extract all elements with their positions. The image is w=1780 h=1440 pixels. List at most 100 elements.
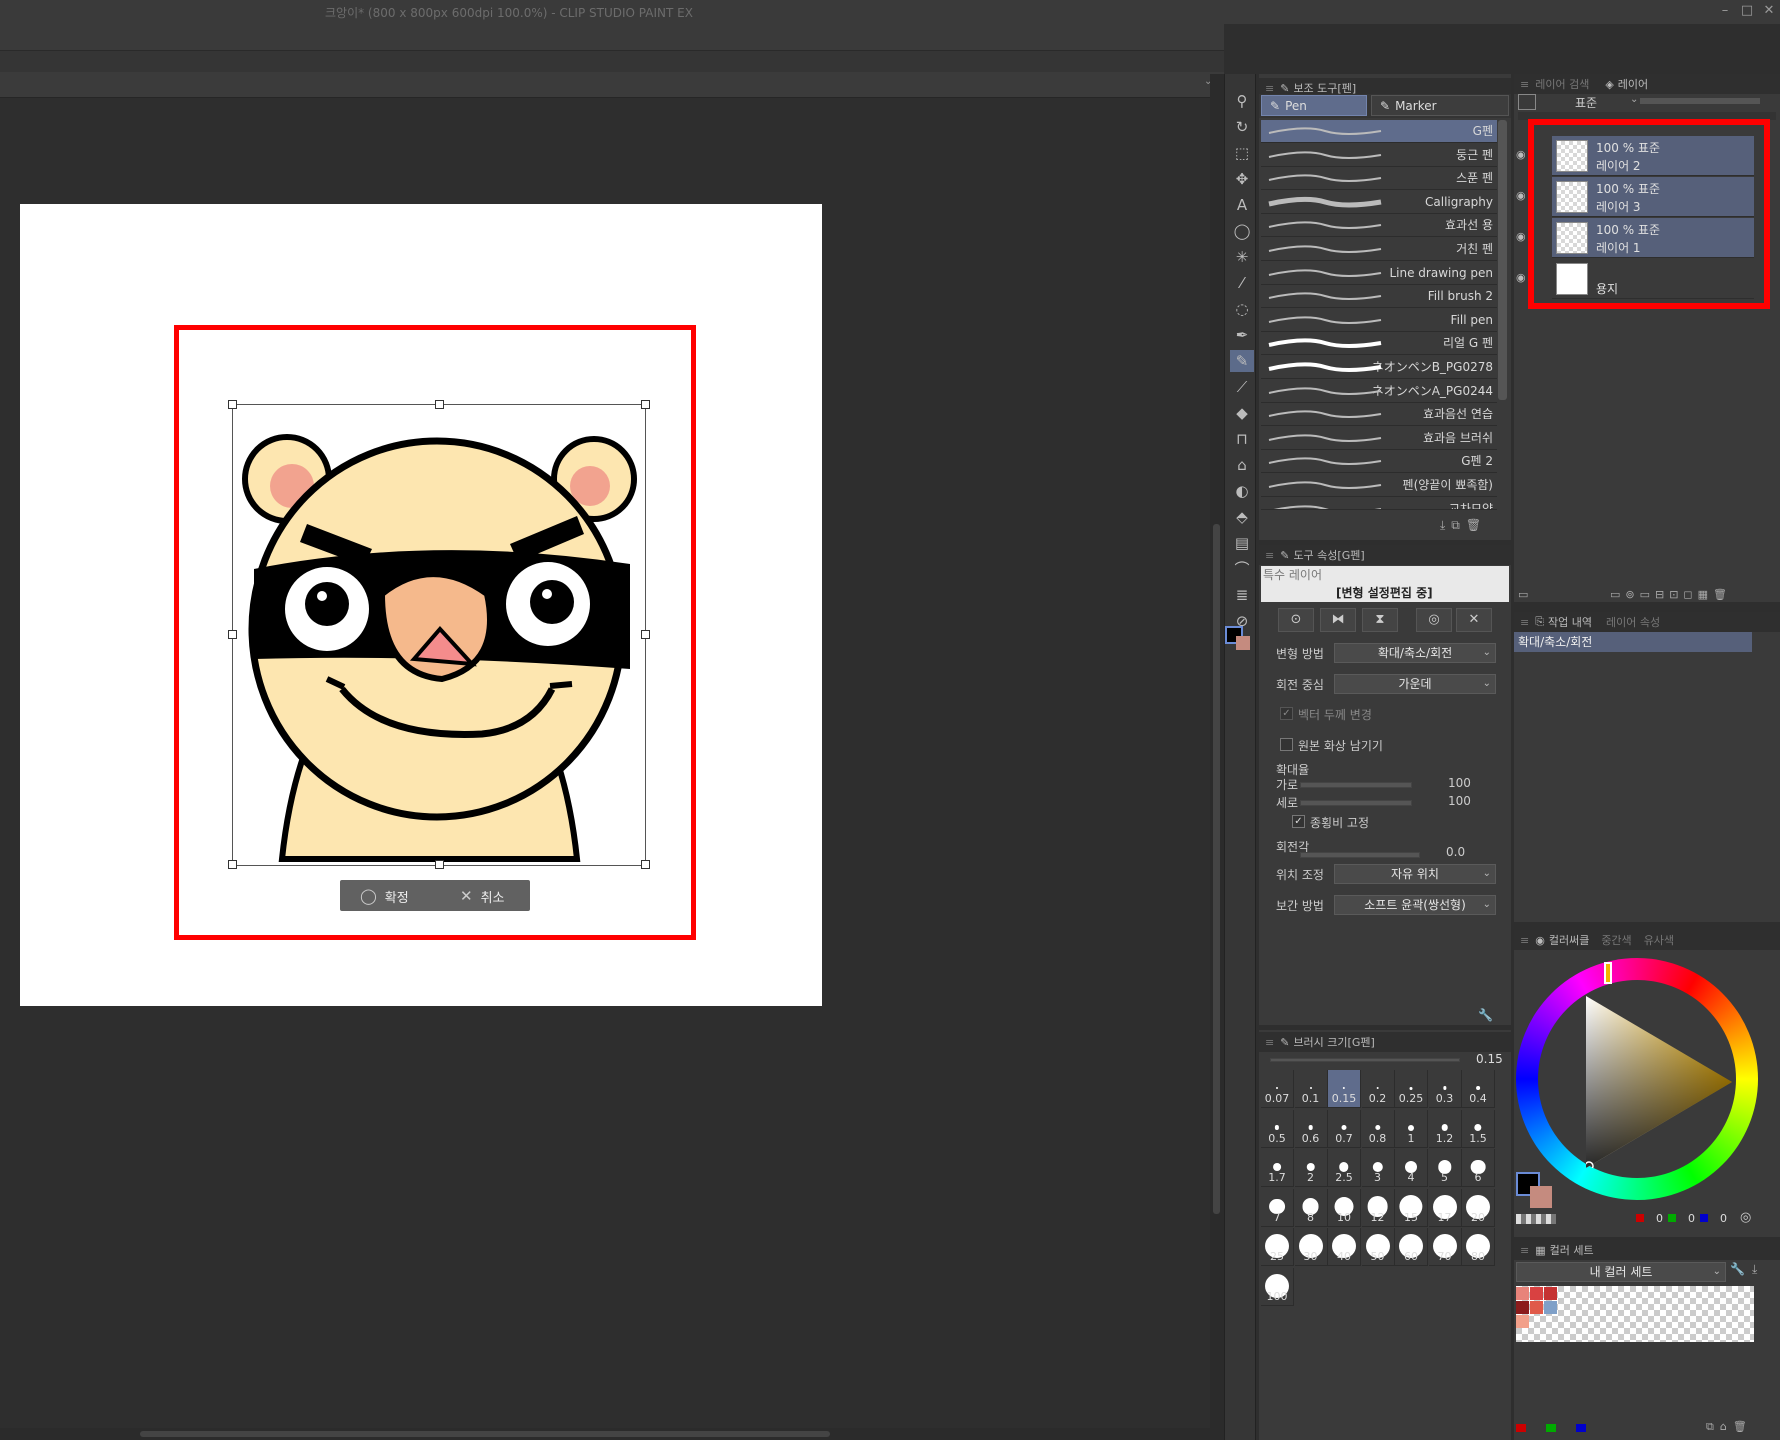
brush-size-option[interactable]: 2	[1294, 1149, 1328, 1187]
sub-color-swatch[interactable]	[1530, 1186, 1552, 1208]
tab-pen[interactable]: ✎ Pen	[1261, 95, 1367, 116]
brush-size-option[interactable]: 0.1	[1294, 1070, 1328, 1108]
move-layer-icon[interactable]: ✥	[1230, 168, 1254, 190]
visibility-eye-icon[interactable]: ◉	[1516, 230, 1526, 243]
gradient-icon[interactable]: ▤	[1230, 532, 1254, 554]
zoom-icon[interactable]: ⚲	[1230, 90, 1254, 112]
tab-color-wheel[interactable]: 컬러써클	[1549, 932, 1589, 948]
visibility-eye-icon[interactable]: ◉	[1516, 189, 1526, 202]
tab-layer[interactable]: 레이어	[1618, 76, 1648, 92]
eraser-icon[interactable]: ◆	[1230, 402, 1254, 424]
saturation-triangle[interactable]	[1586, 996, 1736, 1168]
brush-size-option[interactable]: 3	[1361, 1149, 1395, 1187]
blend-icon[interactable]: ◐	[1230, 480, 1254, 502]
brush-item[interactable]: ネオンペンB_PG0278	[1261, 356, 1497, 379]
brush-item[interactable]: 거친 펜	[1261, 238, 1497, 261]
reset-button[interactable]: ⊙	[1278, 608, 1314, 632]
brush-item[interactable]: 효과음 브러쉬	[1261, 427, 1497, 450]
brush-size-option[interactable]: 0.3	[1428, 1070, 1462, 1108]
brush-size-option[interactable]: 6	[1462, 1149, 1495, 1187]
brush-size-option[interactable]: 7	[1261, 1188, 1294, 1227]
brush-item[interactable]: Calligraphy	[1261, 191, 1497, 214]
color-swatch[interactable]	[1530, 1287, 1543, 1300]
tab-marker[interactable]: ✎ Marker	[1371, 95, 1509, 116]
tab-similar-color[interactable]: 유사색	[1644, 932, 1674, 948]
brush-size-option[interactable]: 8	[1294, 1188, 1328, 1227]
visibility-eye-icon[interactable]: ◉	[1516, 148, 1526, 161]
lasso-icon[interactable]: ◌	[1230, 298, 1254, 320]
keep-ratio-checkbox[interactable]: ✓	[1292, 815, 1305, 828]
rotation-value[interactable]: 0.0	[1446, 845, 1465, 859]
brush-size-option[interactable]: 10	[1328, 1188, 1361, 1227]
visibility-eye-icon[interactable]: ◉	[1516, 271, 1526, 284]
auto-select-icon[interactable]: ✳	[1230, 246, 1254, 268]
brush-item[interactable]: Fill pen	[1261, 309, 1497, 332]
brush-size-option[interactable]: 20	[1462, 1188, 1495, 1227]
color-mode-icon[interactable]: ◎	[1740, 1210, 1751, 1225]
brush-size-option[interactable]: 0.5	[1261, 1109, 1294, 1148]
brush-size-option[interactable]: 100	[1261, 1267, 1294, 1306]
minimize-button[interactable]: –	[1718, 3, 1732, 19]
brush-size-option[interactable]: 1.2	[1428, 1109, 1462, 1148]
confirm-transform-button[interactable]: ◎	[1416, 608, 1452, 632]
frame-border-icon[interactable]: ≣	[1230, 584, 1254, 606]
transform-method-select[interactable]: 확대/축소/회전 ⌄	[1334, 643, 1496, 663]
brush-size-option[interactable]: 4	[1395, 1149, 1428, 1187]
color-swatch[interactable]	[1530, 1301, 1543, 1314]
brush-size-option[interactable]: 12	[1361, 1188, 1395, 1227]
brush-item[interactable]: 교차모양	[1261, 498, 1497, 510]
color-swatch[interactable]	[1544, 1301, 1557, 1314]
brush-item[interactable]: 효과음선 연습	[1261, 403, 1497, 427]
rotate-view-icon[interactable]: ↻	[1230, 116, 1254, 138]
rotation-center-select[interactable]: 가운데 ⌄	[1334, 674, 1496, 694]
brush-item[interactable]: 펜(양끝이 뾰족함)	[1261, 474, 1497, 497]
import-icon[interactable]: ⤓	[1752, 1262, 1757, 1277]
scroll-thumb[interactable]	[1213, 524, 1220, 1214]
cancel-transform-button[interactable]: ✕	[1456, 608, 1492, 632]
brush-size-option[interactable]: 60	[1395, 1228, 1428, 1266]
brush-size-option[interactable]: 70	[1428, 1228, 1462, 1266]
brush-list-scrollbar[interactable]	[1498, 120, 1507, 400]
brush-size-option[interactable]: 0.25	[1395, 1070, 1428, 1108]
color-set-select[interactable]: 내 컬러 세트 ⌄	[1516, 1262, 1726, 1282]
fill-icon[interactable]: ⬘	[1230, 506, 1254, 528]
layer-bottom-toolbar[interactable]: ▭ ▭⊚▭⊟⊡◻▦🗑	[1514, 588, 1780, 604]
layer-settings-icon[interactable]: ▭	[1518, 588, 1528, 601]
brush-size-option[interactable]: 5	[1428, 1149, 1462, 1187]
scroll-thumb[interactable]	[140, 1431, 830, 1437]
brush-item[interactable]: G펜	[1261, 120, 1497, 143]
color-swatch[interactable]	[1544, 1287, 1557, 1300]
brush-size-option[interactable]: 1	[1395, 1109, 1428, 1148]
brush-size-option[interactable]: 17	[1428, 1188, 1462, 1227]
width-slider[interactable]	[1300, 782, 1412, 788]
wrench-icon[interactable]: 🔧	[1478, 1008, 1493, 1022]
transparent-color-icon[interactable]	[1516, 1214, 1556, 1224]
pen-icon[interactable]: ✎	[1230, 350, 1254, 372]
brush-size-option[interactable]: 15	[1395, 1188, 1428, 1227]
tab-history[interactable]: 작업 내역	[1548, 614, 1592, 630]
vertical-scrollbar[interactable]	[1210, 74, 1224, 1428]
wrench-icon[interactable]: 🔧	[1730, 1262, 1745, 1276]
vector-thickness-checkbox[interactable]: ✓	[1280, 707, 1293, 720]
brush-size-option[interactable]: 40	[1328, 1228, 1361, 1266]
brush-item[interactable]: G펜 2	[1261, 450, 1497, 474]
brush-size-option[interactable]: 0.07	[1261, 1070, 1294, 1108]
brush-item[interactable]: 둥근 펜	[1261, 144, 1497, 167]
object-icon[interactable]: ⬚	[1230, 142, 1254, 164]
brush-size-option[interactable]: 25	[1261, 1228, 1294, 1266]
brush-size-option[interactable]: 30	[1294, 1228, 1328, 1266]
keep-original-checkbox[interactable]	[1280, 738, 1293, 751]
confirm-button[interactable]: ◯ 확정	[360, 886, 409, 906]
blend-mode-value[interactable]: 표준	[1575, 94, 1597, 111]
color-swatch[interactable]	[1516, 1315, 1529, 1328]
brush-icon[interactable]: ⟋	[1230, 376, 1254, 398]
width-value[interactable]: 100	[1448, 776, 1471, 790]
brush-item[interactable]: Fill brush 2	[1261, 285, 1497, 309]
history-entry[interactable]: 확대/축소/회전	[1514, 632, 1752, 652]
layer-action-icons[interactable]: ▭⊚▭⊟⊡◻▦🗑	[1610, 588, 1732, 601]
text-icon[interactable]: A	[1230, 194, 1254, 216]
brush-size-option[interactable]: 0.8	[1361, 1109, 1395, 1148]
speech-balloon-icon[interactable]: ◯	[1230, 220, 1254, 242]
maximize-button[interactable]: □	[1740, 3, 1754, 19]
brush-size-option[interactable]: 0.15	[1328, 1070, 1361, 1108]
